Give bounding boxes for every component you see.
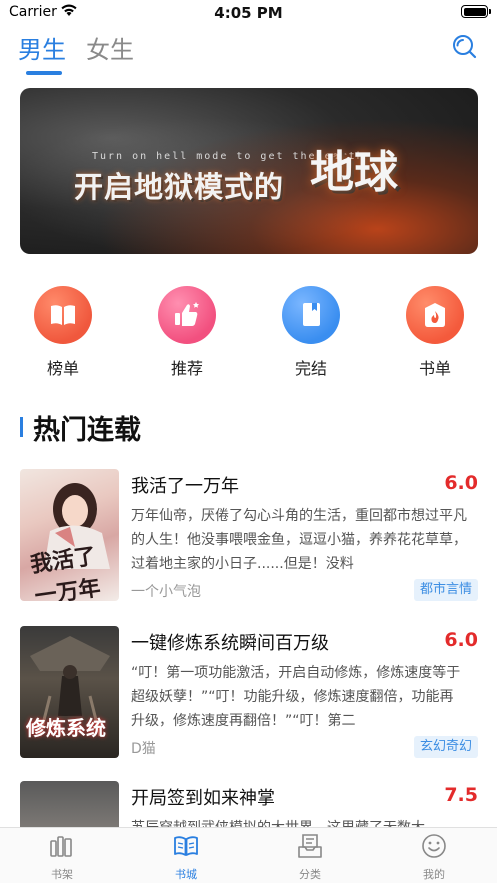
- cover-title: 修炼系统: [26, 716, 106, 740]
- book-cover: 修炼系统: [20, 626, 119, 758]
- tab-label: 书城: [175, 868, 197, 881]
- quick-nav-booklist[interactable]: 书单: [395, 286, 475, 379]
- book-author: D猫: [131, 741, 156, 757]
- book-open-icon: [34, 286, 92, 344]
- promo-banner[interactable]: Turn on hell mode to get the earth 开启地狱模…: [20, 88, 478, 254]
- book-list-item[interactable]: 我活了一万年 我活了一万年 6.0 万年仙帝，厌倦了勾心斗角的生活，重回都市想过…: [20, 469, 478, 603]
- category-icon: [298, 834, 322, 858]
- book-genre-tag[interactable]: 玄幻奇幻: [413, 736, 478, 758]
- bookshelf-icon: [50, 836, 72, 857]
- book-cover: 我活了一万年: [20, 469, 119, 601]
- book-score: 6.0: [444, 629, 478, 651]
- book-score: 7.5: [444, 784, 478, 806]
- cover-title: 我活了一万年: [28, 544, 103, 601]
- quick-nav-completed[interactable]: 完结: [271, 286, 351, 379]
- book-title: 开局签到如来神掌: [131, 788, 275, 809]
- book-title: 我活了一万年: [131, 476, 239, 497]
- book-score: 6.0: [444, 472, 478, 494]
- quick-nav-label: 书单: [418, 359, 451, 378]
- tab-label: 我的: [423, 868, 445, 881]
- tab-female[interactable]: 女生: [86, 30, 134, 65]
- quick-nav-recommend[interactable]: 推荐: [147, 286, 227, 379]
- active-tab-indicator: [26, 71, 62, 75]
- fire-bag-icon: [406, 286, 464, 344]
- quick-nav-label: 榜单: [46, 359, 79, 378]
- thumbs-up-icon: [158, 286, 216, 344]
- quick-nav-label: 推荐: [170, 359, 203, 378]
- status-bar: Carrier 4:05 PM: [0, 0, 497, 26]
- banner-title: 开启地狱模式的: [74, 170, 285, 204]
- tab-bookshelf[interactable]: 书架: [27, 828, 97, 883]
- tab-category[interactable]: 分类: [275, 828, 345, 883]
- tab-bookstore[interactable]: 书城: [151, 828, 221, 883]
- battery-icon: [461, 5, 491, 18]
- book-title: 一键修炼系统瞬间百万级: [131, 633, 329, 654]
- tab-mine[interactable]: 我的: [399, 828, 469, 883]
- book-description: “叮！第一项功能激活，开启自动修炼，修炼速度等于超级妖孽！”“叮！功能升级，修炼…: [131, 665, 461, 729]
- search-icon[interactable]: [449, 31, 479, 61]
- book-closed-icon: [282, 286, 340, 344]
- quick-nav: 榜单 推荐 完结 书单: [0, 286, 497, 386]
- section-title: 热门连载: [33, 415, 141, 446]
- book-author: 一个小气泡: [131, 584, 201, 600]
- book-cover: [20, 781, 119, 827]
- tab-label: 书架: [51, 868, 73, 881]
- quick-nav-ranking[interactable]: 榜单: [23, 286, 103, 379]
- status-time: 4:05 PM: [214, 4, 283, 22]
- book-description: 苏辰穿越到武侠模拟的大世界，这里藏了无数大: [131, 816, 467, 827]
- book-genre-tag[interactable]: 都市言情: [413, 579, 478, 601]
- open-book-icon: [174, 836, 198, 856]
- book-description: 万年仙帝，厌倦了勾心斗角的生活，重回都市想过平凡的人生！他没事喂喂金鱼，逗逗小猫…: [131, 508, 467, 572]
- book-list-item[interactable]: 开局签到如来神掌 7.5 苏辰穿越到武侠模拟的大世界，这里藏了无数大: [20, 781, 478, 827]
- tab-male[interactable]: 男生: [18, 30, 66, 65]
- banner-title-big: 地球: [310, 147, 398, 198]
- tab-label: 分类: [299, 868, 321, 881]
- book-list-item[interactable]: 修炼系统 一键修炼系统瞬间百万级 6.0 “叮！第一项功能激活，开启自动修炼，修…: [20, 626, 478, 760]
- top-tab-bar: 男生 女生: [0, 26, 497, 78]
- quick-nav-label: 完结: [294, 359, 327, 378]
- section-accent-bar: [20, 417, 23, 437]
- smiley-icon: [422, 834, 446, 858]
- bottom-tab-bar: 书架 书城 分类 我的: [0, 827, 497, 883]
